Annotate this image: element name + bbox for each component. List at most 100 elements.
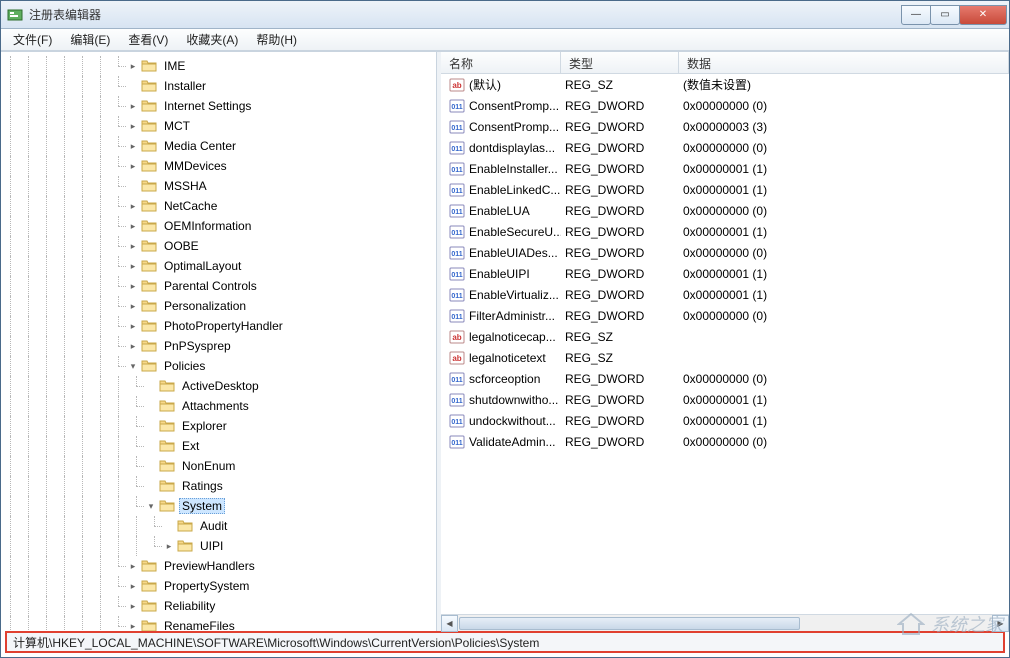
close-button[interactable]: ✕: [959, 5, 1007, 25]
chevron-right-icon[interactable]: ▸: [127, 620, 139, 631]
chevron-right-icon[interactable]: ▸: [127, 300, 139, 312]
tree-pane[interactable]: ▸IMEInstaller▸Internet Settings▸MCT▸Medi…: [1, 52, 437, 631]
tree-item[interactable]: ▾Policies: [1, 356, 436, 376]
horizontal-scrollbar[interactable]: ◀ ▶: [441, 614, 1009, 631]
tree-item[interactable]: ▸IME: [1, 56, 436, 76]
chevron-right-icon[interactable]: ▸: [127, 340, 139, 352]
titlebar[interactable]: 注册表编辑器 — ▭ ✕: [1, 1, 1009, 29]
menu-help[interactable]: 帮助(H): [248, 29, 305, 50]
maximize-button[interactable]: ▭: [930, 5, 960, 25]
scroll-thumb[interactable]: [459, 617, 800, 630]
menu-file[interactable]: 文件(F): [5, 29, 60, 50]
tree-item[interactable]: ▸PreviewHandlers: [1, 556, 436, 576]
tree-item[interactable]: ▸NetCache: [1, 196, 436, 216]
chevron-right-icon[interactable]: ▸: [127, 140, 139, 152]
scroll-right-arrow-icon[interactable]: ▶: [992, 615, 1009, 632]
tree-item[interactable]: ▸OEMInformation: [1, 216, 436, 236]
menu-edit[interactable]: 编辑(E): [62, 29, 118, 50]
tree-item[interactable]: Ratings: [1, 476, 436, 496]
list-row[interactable]: 011dontdisplaylas...REG_DWORD0x00000000 …: [441, 137, 1009, 158]
binary-value-icon: 011: [449, 245, 465, 261]
tree-item[interactable]: Attachments: [1, 396, 436, 416]
tree-item[interactable]: ▸OOBE: [1, 236, 436, 256]
chevron-right-icon[interactable]: ▸: [127, 60, 139, 72]
chevron-down-icon[interactable]: ▾: [127, 360, 139, 372]
value-name: dontdisplaylas...: [469, 141, 555, 155]
value-name: ConsentPromp...: [469, 120, 559, 134]
tree-item[interactable]: ▸MCT: [1, 116, 436, 136]
list-row[interactable]: 011ValidateAdmin...REG_DWORD0x00000000 (…: [441, 431, 1009, 452]
list-row[interactable]: 011FilterAdministr...REG_DWORD0x00000000…: [441, 305, 1009, 326]
chevron-right-icon[interactable]: ▸: [127, 260, 139, 272]
list-row[interactable]: 011shutdownwitho...REG_DWORD0x00000001 (…: [441, 389, 1009, 410]
tree-item[interactable]: Explorer: [1, 416, 436, 436]
tree-item[interactable]: ▸PhotoPropertyHandler: [1, 316, 436, 336]
svg-text:011: 011: [451, 104, 462, 111]
tree-item[interactable]: Audit: [1, 516, 436, 536]
list-row[interactable]: ablegalnoticecap...REG_SZ: [441, 326, 1009, 347]
list-row[interactable]: 011EnableSecureU...REG_DWORD0x00000001 (…: [441, 221, 1009, 242]
value-name: ValidateAdmin...: [469, 435, 556, 449]
tree-item[interactable]: Ext: [1, 436, 436, 456]
tree-item[interactable]: ▸RenameFiles: [1, 616, 436, 631]
chevron-right-icon[interactable]: ▸: [127, 100, 139, 112]
list-row[interactable]: 011EnableLinkedC...REG_DWORD0x00000001 (…: [441, 179, 1009, 200]
tree-item[interactable]: ▸Media Center: [1, 136, 436, 156]
chevron-right-icon[interactable]: ▸: [127, 120, 139, 132]
chevron-right-icon[interactable]: ▸: [127, 200, 139, 212]
chevron-right-icon[interactable]: ▸: [127, 160, 139, 172]
value-name: scforceoption: [469, 372, 540, 386]
tree-item-label: NonEnum: [179, 458, 238, 474]
menu-view[interactable]: 查看(V): [120, 29, 176, 50]
chevron-right-icon[interactable]: ▸: [163, 540, 175, 552]
tree-item[interactable]: MSSHA: [1, 176, 436, 196]
tree-item[interactable]: ActiveDesktop: [1, 376, 436, 396]
chevron-right-icon[interactable]: ▸: [127, 280, 139, 292]
tree-item[interactable]: Installer: [1, 76, 436, 96]
chevron-right-icon[interactable]: ▸: [127, 580, 139, 592]
binary-value-icon: 011: [449, 308, 465, 324]
tree-item-label: Personalization: [161, 298, 249, 314]
tree-item[interactable]: NonEnum: [1, 456, 436, 476]
value-name: legalnoticecap...: [469, 330, 556, 344]
list-row[interactable]: 011ConsentPromp...REG_DWORD0x00000003 (3…: [441, 116, 1009, 137]
chevron-right-icon[interactable]: ▸: [127, 240, 139, 252]
list-row[interactable]: 011EnableVirtualiz...REG_DWORD0x00000001…: [441, 284, 1009, 305]
value-data: 0x00000003 (3): [679, 120, 1009, 134]
col-header-type[interactable]: 类型: [561, 52, 679, 73]
tree-item[interactable]: ▸Reliability: [1, 596, 436, 616]
tree-item[interactable]: ▸PropertySystem: [1, 576, 436, 596]
menu-favorites[interactable]: 收藏夹(A): [178, 29, 246, 50]
col-header-name[interactable]: 名称: [441, 52, 561, 73]
tree-item[interactable]: ▸OptimalLayout: [1, 256, 436, 276]
value-data: 0x00000001 (1): [679, 162, 1009, 176]
tree-item-label: Ext: [179, 438, 202, 454]
minimize-button[interactable]: —: [901, 5, 931, 25]
tree-item[interactable]: ▸UIPI: [1, 536, 436, 556]
list-row[interactable]: 011undockwithout...REG_DWORD0x00000001 (…: [441, 410, 1009, 431]
list-row[interactable]: 011EnableUIADes...REG_DWORD0x00000000 (0…: [441, 242, 1009, 263]
tree-item[interactable]: ▾System: [1, 496, 436, 516]
tree-item[interactable]: ▸ Personalization: [1, 296, 436, 316]
list-row[interactable]: ablegalnoticetextREG_SZ: [441, 347, 1009, 368]
chevron-right-icon[interactable]: ▸: [127, 220, 139, 232]
list-row[interactable]: 011scforceoptionREG_DWORD0x00000000 (0): [441, 368, 1009, 389]
list-row[interactable]: 011EnableInstaller...REG_DWORD0x00000001…: [441, 158, 1009, 179]
scroll-left-arrow-icon[interactable]: ◀: [441, 615, 458, 632]
binary-value-icon: 011: [449, 266, 465, 282]
list-body[interactable]: ab(默认)REG_SZ(数值未设置)011ConsentPromp...REG…: [441, 74, 1009, 614]
list-row[interactable]: 011EnableUIPIREG_DWORD0x00000001 (1): [441, 263, 1009, 284]
chevron-right-icon[interactable]: ▸: [127, 560, 139, 572]
col-header-data[interactable]: 数据: [679, 52, 1009, 73]
tree-item[interactable]: ▸MMDevices: [1, 156, 436, 176]
tree-item[interactable]: ▸Parental Controls: [1, 276, 436, 296]
tree-item[interactable]: ▸Internet Settings: [1, 96, 436, 116]
list-row[interactable]: 011ConsentPromp...REG_DWORD0x00000000 (0…: [441, 95, 1009, 116]
chevron-right-icon[interactable]: ▸: [127, 600, 139, 612]
tree-item[interactable]: ▸PnPSysprep: [1, 336, 436, 356]
value-name: EnableVirtualiz...: [469, 288, 559, 302]
chevron-down-icon[interactable]: ▾: [145, 500, 157, 512]
list-row[interactable]: ab(默认)REG_SZ(数值未设置): [441, 74, 1009, 95]
chevron-right-icon[interactable]: ▸: [127, 320, 139, 332]
list-row[interactable]: 011EnableLUAREG_DWORD0x00000000 (0): [441, 200, 1009, 221]
